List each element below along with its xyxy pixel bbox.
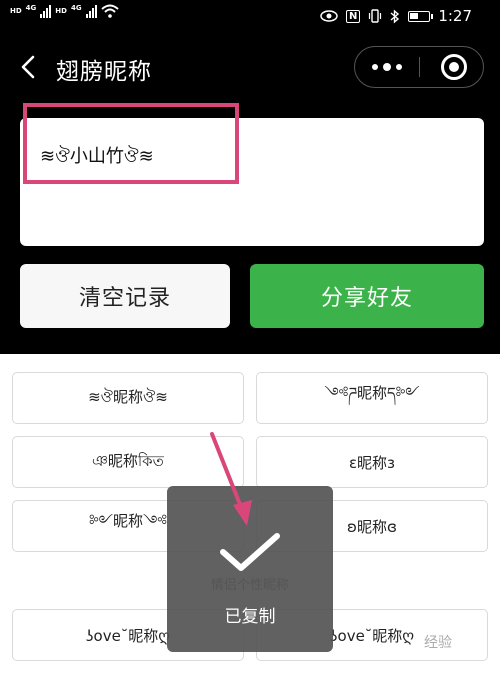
hd-badge-2: HD bbox=[55, 7, 67, 15]
nav-bar: 翅膀昵称 bbox=[0, 34, 500, 102]
wifi-icon bbox=[100, 4, 119, 18]
vibrate-icon bbox=[369, 9, 382, 23]
signal-icon-1 bbox=[40, 4, 52, 18]
toast-message: 已复制 bbox=[224, 607, 276, 627]
signal-group: HD 4G HD 4G bbox=[10, 4, 119, 18]
copied-toast: 情侣个性昵称 已复制 bbox=[167, 486, 333, 652]
nfc-icon: N bbox=[345, 9, 361, 23]
checkmark-icon bbox=[220, 533, 280, 571]
nickname-card[interactable]: ≋ঔ昵称ঔ≋ bbox=[12, 372, 244, 424]
watermark: 经验 bbox=[424, 635, 452, 651]
annotation-highlight-box bbox=[23, 103, 239, 184]
underlying-section-label: 情侣个性昵称 bbox=[210, 578, 289, 593]
status-bar: HD 4G HD 4G N 1:27 bbox=[0, 0, 500, 34]
clock: 1:27 bbox=[438, 7, 472, 25]
nickname-card[interactable]: ༺ཌ昵称ད༻ bbox=[256, 372, 488, 424]
close-target-icon[interactable] bbox=[441, 54, 467, 80]
capsule-divider bbox=[419, 57, 420, 77]
more-menu-icon[interactable] bbox=[355, 47, 419, 86]
network-type-1: 4G bbox=[25, 4, 37, 12]
page-title: 翅膀昵称 bbox=[56, 59, 152, 85]
eye-icon bbox=[320, 10, 338, 22]
battery-icon bbox=[408, 10, 434, 22]
nickname-card[interactable]: ε昵称з bbox=[256, 436, 488, 488]
network-type-2: 4G bbox=[70, 4, 82, 12]
status-icons: N 1:27 bbox=[320, 7, 472, 25]
hd-badge-1: HD bbox=[10, 7, 22, 15]
bluetooth-icon bbox=[390, 8, 400, 24]
back-arrow-icon[interactable] bbox=[18, 54, 40, 80]
mini-program-capsule bbox=[354, 46, 484, 88]
nickname-card[interactable]: ঞ昵称কিত bbox=[12, 436, 244, 488]
clear-history-button[interactable]: 清空记录 bbox=[20, 264, 230, 328]
share-friend-button[interactable]: 分享好友 bbox=[250, 264, 484, 328]
signal-icon-2 bbox=[85, 4, 97, 18]
